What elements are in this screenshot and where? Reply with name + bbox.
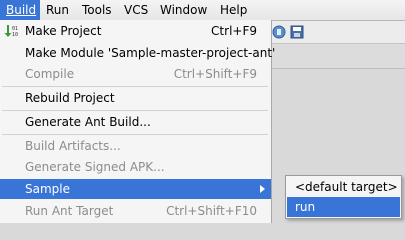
- menu-separator: [2, 134, 268, 135]
- rebuild-project-item[interactable]: Rebuild Project: [0, 88, 271, 108]
- editor-tab-strip: [272, 44, 405, 69]
- compile-item[interactable]: Compile Ctrl+Shift+F9: [0, 64, 271, 84]
- menu-tools-label: Tools: [82, 3, 112, 17]
- make-module-item[interactable]: Make Module 'Sample-master-project-ant': [0, 43, 275, 63]
- menu-window-label: Window: [160, 3, 208, 17]
- save-icon[interactable]: [290, 25, 304, 39]
- main-toolbar: [272, 21, 405, 44]
- default-target-label: <default target>: [295, 180, 398, 194]
- generate-ant-build-item[interactable]: Generate Ant Build...: [0, 112, 271, 132]
- build-artifacts-label: Build Artifacts...: [25, 139, 121, 153]
- run-ant-target-shortcut: Ctrl+Shift+F10: [166, 204, 257, 218]
- make-project-label: Make Project: [25, 24, 102, 38]
- run-ant-target-label: Run Ant Target: [25, 204, 114, 218]
- menu-tools[interactable]: Tools: [76, 0, 118, 20]
- menu-separator: [2, 110, 268, 111]
- menu-run-label: Run: [46, 3, 70, 17]
- make-project-icon: 01 10: [4, 25, 18, 38]
- make-project-shortcut: Ctrl+F9: [211, 24, 257, 38]
- sample-label: Sample: [25, 182, 70, 196]
- generate-signed-apk-label: Generate Signed APK...: [25, 160, 165, 174]
- rebuild-project-label: Rebuild Project: [25, 91, 115, 105]
- menu-vcs[interactable]: VCS: [118, 0, 154, 20]
- debug-icon[interactable]: [272, 25, 286, 39]
- menu-vcs-label: VCS: [124, 3, 149, 17]
- menu-window[interactable]: Window: [154, 0, 214, 20]
- make-module-label: Make Module 'Sample-master-project-ant': [25, 46, 276, 60]
- run-ant-target-item[interactable]: Run Ant Target Ctrl+Shift+F10: [0, 201, 271, 221]
- menu-help-label: Help: [220, 3, 248, 17]
- build-menu: 01 10 Make Project Ctrl+F9 Make Module '…: [0, 20, 275, 223]
- menu-run[interactable]: Run: [40, 0, 74, 20]
- generate-signed-apk-item[interactable]: Generate Signed APK...: [0, 157, 271, 177]
- generate-ant-build-label: Generate Ant Build...: [25, 115, 151, 129]
- compile-shortcut: Ctrl+Shift+F9: [173, 67, 257, 81]
- menu-separator: [2, 86, 268, 87]
- run-target-item[interactable]: run: [287, 197, 400, 217]
- menu-build-label: Build: [6, 3, 37, 17]
- sample-item[interactable]: Sample: [0, 179, 271, 199]
- default-target-item[interactable]: <default target>: [287, 177, 400, 197]
- menu-build[interactable]: Build: [0, 0, 40, 20]
- compile-label: Compile: [25, 67, 75, 81]
- menu-help[interactable]: Help: [214, 0, 254, 20]
- build-artifacts-item[interactable]: Build Artifacts...: [0, 136, 271, 156]
- submenu-arrow-icon: [260, 185, 265, 193]
- make-project-item[interactable]: 01 10 Make Project Ctrl+F9: [0, 21, 271, 41]
- sample-submenu: <default target> run: [285, 175, 402, 219]
- menu-bar: Build Run Tools VCS Window Help: [0, 0, 405, 21]
- run-target-label: run: [295, 200, 316, 214]
- svg-text:10: 10: [12, 32, 18, 38]
